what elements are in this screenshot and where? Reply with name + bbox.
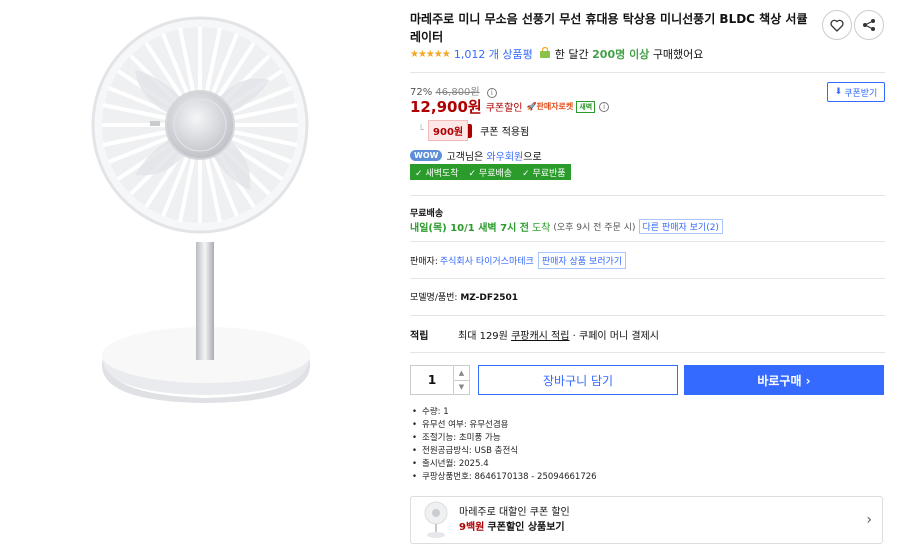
model-value: MZ-DF2501 [460,293,519,303]
benefit-dawn-delivery: ✓ 새벽도착 [415,168,459,179]
dawn-delivery-badge: 새벽 [576,100,596,113]
review-count-link[interactable]: 1,012 개 상품평 [454,46,533,62]
heart-icon [830,19,844,32]
wow-benefits: ✓ 새벽도착 ✓ 무료배송 ✓ 무료반품 [410,164,571,180]
promo-amount: 9백원 [459,522,485,533]
arrival-suffix: 도착 [531,223,551,234]
coupon-amount: 900원 [428,120,469,141]
chevron-right-icon: › [866,512,872,528]
quantity-stepper[interactable]: 1 ▲ ▼ [410,365,470,395]
product-image[interactable] [80,10,320,410]
wow-badge: WOW [410,150,443,161]
model-row: 모델명/품번: MZ-DF2501 [410,290,518,303]
benefit-free-shipping: ✓ 무료배송 [468,168,513,179]
coupon-applied-text: 쿠폰 적용됨 [480,127,530,138]
shopping-bag-icon [539,46,551,62]
seller-label: 판매자: [410,257,438,267]
coupang-cash-link[interactable]: 쿠팡캐시 적립 [511,327,569,342]
coupon-download-button[interactable]: ⬇ 쿠폰받기 [827,82,885,102]
shipping-label: 무료배송 [410,209,444,219]
wow-member-link[interactable]: 와우회원 [486,148,523,163]
spec-item: 출시년월: 2025.4 [410,458,597,471]
share-button[interactable] [854,10,884,40]
coupon-applied-row: └ 900원 쿠폰 적용됨 [418,120,529,141]
order-cutoff-note: (오후 9시 전 주문 시) [553,223,636,233]
promo-cta: 쿠폰할인 상품보기 [487,522,565,533]
coupon-tail [468,123,473,138]
info-icon[interactable]: i [599,101,610,112]
spec-item: 수량: 1 [410,406,597,419]
spec-item: 유무선 여부: 유무선겸용 [410,419,597,432]
wow-member-row: WOW 고객님은 와우회원 으로 [410,148,542,163]
seller-row: 판매자: 주식회사 타이거스마테크 판매자 상품 보러가기 [410,252,627,269]
model-label: 모델명/품번: [410,293,458,303]
product-title: 마레주로 미니 무소음 선풍기 무선 휴대용 탁상용 미니선풍기 BLDC 책상… [410,12,808,44]
coupon-discount-label: 쿠폰할인 [485,103,523,114]
benefit-free-return: ✓ 무료반품 [522,168,566,179]
shipping-row: 내일(목) 10/1 새벽 7시 전 도착 (오후 9시 전 주문 시) 다른 … [410,219,723,234]
download-icon: ⬇ [834,87,843,97]
divider [410,278,885,279]
promo-thumbnail [424,501,448,538]
spec-list: 수량: 1 유무선 여부: 유무선겸용 조절기능: 초미풍 가능 전원공급방식:… [410,406,597,484]
seller-name-link[interactable]: 주식회사 타이거스마테크 [440,254,534,267]
other-sellers-button[interactable]: 다른 판매자 보기(2) [638,219,723,234]
divider [410,72,885,73]
spec-item: 전원공급방식: USB 충전식 [410,445,597,458]
share-icon [863,19,875,31]
quantity-increase-button[interactable]: ▲ [454,366,469,380]
divider [410,315,885,316]
divider [410,195,885,196]
sale-price-row: 12,900원 쿠폰할인 🚀판매자로켓 새벽 i [410,96,610,117]
reward-row: 적립 최대 129원 쿠팡캐시 적립 · 쿠페이 머니 결제시 [410,327,659,342]
promo-text: 마레주로 대할인 쿠폰 할인 9백원 쿠폰할인 상품보기 [459,505,570,535]
promo-banner[interactable]: 마레주로 대할인 쿠폰 할인 9백원 쿠폰할인 상품보기 › [410,496,883,544]
spec-item: 조절기능: 초미풍 가능 [410,432,597,445]
quantity-decrease-button[interactable]: ▼ [454,379,469,395]
fan-illustration [91,16,310,403]
reward-label: 적립 [410,331,429,342]
rating-row: ★★★★★ 1,012 개 상품평 한 달간 200명 이상 구매했어요 [410,46,703,62]
arrival-date: 내일(목) 10/1 새벽 7시 전 [410,223,529,234]
quantity-input[interactable]: 1 [411,366,453,394]
buy-now-button[interactable]: 바로구매 › [684,365,884,395]
wishlist-button[interactable] [822,10,852,40]
rating-stars: ★★★★★ [410,48,451,60]
seller-products-button[interactable]: 판매자 상품 보러가기 [537,252,627,269]
sale-price: 12,900원 [410,98,482,116]
promo-title: 마레주로 대할인 쿠폰 할인 [459,507,570,518]
corner-icon: └ [418,125,425,136]
add-to-cart-button[interactable]: 장바구니 담기 [478,365,678,395]
reward-suffix: · 쿠페이 머니 결제시 [572,331,659,342]
reward-amount: 최대 129원 [458,331,508,342]
spec-item: 쿠팡상품번호: 8646170138 - 25094661726 [410,471,597,484]
seller-rocket-badge: 🚀판매자로켓 [526,102,574,111]
divider [410,352,885,353]
divider [410,241,885,242]
bought-count: 한 달간 200명 이상 구매했어요 [554,48,704,61]
